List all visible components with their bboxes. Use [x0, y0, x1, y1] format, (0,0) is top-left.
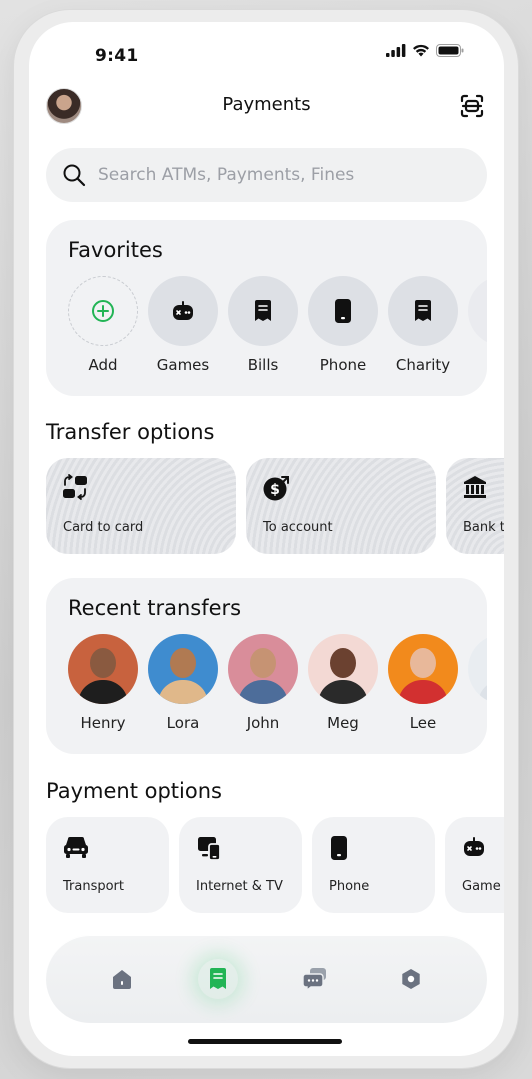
payment-label: Game: [462, 879, 501, 894]
avatar: [68, 634, 138, 704]
receipt-icon: [255, 300, 271, 321]
tab-settings[interactable]: [391, 959, 431, 999]
favorite-charity[interactable]: Charity: [388, 276, 458, 374]
dollar-send-icon: $: [263, 476, 289, 501]
chat-icon: [301, 968, 326, 991]
card-transfer-icon: [63, 474, 87, 500]
home-icon: [113, 970, 132, 989]
bottom-tab-bar: [46, 935, 487, 1023]
transfer-label: Card to card: [63, 520, 144, 535]
payment-internet-tv[interactable]: Internet & TV: [179, 817, 302, 913]
home-indicator: [188, 1039, 342, 1044]
favorites-card: Favorites Add Games Bills Phone Charity: [46, 220, 487, 396]
bank-icon: [464, 476, 486, 498]
cellular-signal-icon: [386, 44, 406, 57]
favorites-list: Add Games Bills Phone Charity: [68, 276, 487, 374]
avatar: [468, 634, 487, 704]
person-name: He: [468, 714, 487, 732]
recent-transfers-title: Recent transfers: [68, 596, 242, 620]
avatar: [308, 634, 378, 704]
transfer-to-account[interactable]: $ To account: [246, 458, 436, 554]
payment-label: Internet & TV: [196, 879, 283, 894]
person-name: Henry: [80, 714, 126, 732]
recent-person[interactable]: John: [228, 634, 298, 732]
recent-person[interactable]: Meg: [308, 634, 378, 732]
recent-people-list: Henry Lora John Meg Lee: [68, 634, 487, 732]
search-input[interactable]: [98, 165, 458, 185]
gamepad-icon: [173, 301, 193, 320]
devices-icon: [198, 837, 221, 861]
payment-phone[interactable]: Phone: [312, 817, 435, 913]
favorite-label: Phone: [319, 356, 367, 374]
payment-options-title: Payment options: [46, 779, 222, 803]
car-icon: [64, 837, 88, 858]
favorites-title: Favorites: [68, 238, 163, 262]
page-title: Payments: [222, 94, 311, 115]
payment-transport[interactable]: Transport: [46, 817, 169, 913]
receipt-icon: [210, 968, 227, 989]
receipt-icon: [415, 300, 431, 321]
tab-payments[interactable]: [198, 959, 239, 999]
avatar: [148, 634, 218, 704]
status-time: 9:41: [95, 46, 139, 66]
person-name: Meg: [327, 714, 359, 732]
transfer-card-to-card[interactable]: Card to card: [46, 458, 236, 554]
favorite-label: Add: [88, 356, 118, 374]
payment-label: Transport: [63, 879, 125, 894]
payment-options-list: Transport Internet & TV Phone Game: [46, 817, 504, 913]
person-name: Lee: [409, 714, 437, 732]
search-bar[interactable]: [46, 148, 487, 202]
tab-messages[interactable]: [295, 959, 335, 999]
scan-icon[interactable]: [458, 92, 486, 120]
phone-icon: [335, 299, 351, 323]
settings-icon: [402, 969, 420, 989]
transfer-bank[interactable]: Bank tr: [446, 458, 504, 554]
transfer-options-list: Card to card $ To account Bank tr: [46, 458, 504, 554]
favorite-label: Charity: [395, 356, 451, 374]
gamepad-icon: [464, 837, 484, 856]
transfer-label: Bank tr: [463, 520, 504, 535]
recent-person[interactable]: Lora: [148, 634, 218, 732]
transfer-label: To account: [263, 520, 333, 535]
payment-label: Phone: [329, 879, 370, 894]
plus-circle-icon: [92, 300, 114, 322]
payment-game[interactable]: Game: [445, 817, 504, 913]
avatar: [228, 634, 298, 704]
person-name: Lora: [166, 714, 200, 732]
favorite-label: Games: [156, 356, 210, 374]
recent-person[interactable]: He: [468, 634, 487, 732]
recent-person[interactable]: Lee: [388, 634, 458, 732]
favorite-label: Bills: [247, 356, 279, 374]
app-screen: 9:41 Payments Search ATMs, Payments, Fin…: [29, 22, 504, 1056]
tab-home[interactable]: [102, 959, 142, 999]
wifi-icon: [413, 44, 429, 57]
phone-icon: [331, 836, 347, 860]
favorite-games[interactable]: Games: [148, 276, 218, 374]
status-icons: [386, 44, 464, 57]
svg-text:$: $: [270, 482, 280, 498]
favorite-phone[interactable]: Phone: [308, 276, 378, 374]
battery-icon: [436, 44, 464, 57]
favorite-label: G: [468, 356, 487, 374]
avatar: [388, 634, 458, 704]
favorite-bills[interactable]: Bills: [228, 276, 298, 374]
search-icon: [63, 164, 86, 187]
recent-transfers-card: Recent transfers Henry Lora John Meg Lee: [46, 578, 487, 754]
transfer-options-title: Transfer options: [46, 420, 215, 444]
recent-person[interactable]: Henry: [68, 634, 138, 732]
favorite-add[interactable]: Add: [68, 276, 138, 374]
person-name: John: [246, 714, 280, 732]
favorite-partial[interactable]: G: [468, 276, 487, 374]
